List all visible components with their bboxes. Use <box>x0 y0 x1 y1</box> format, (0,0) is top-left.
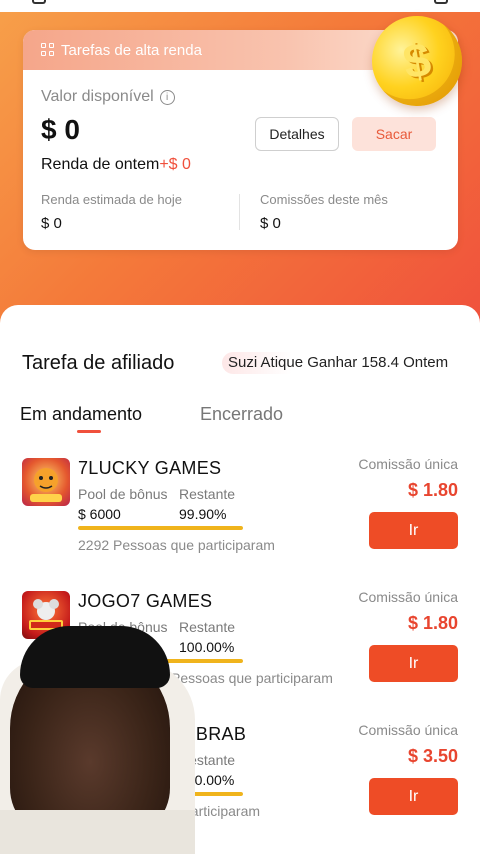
remaining-label: Restante <box>179 486 236 502</box>
webcam-overlay <box>0 620 195 854</box>
today-estimate: Renda estimada de hoje $ 0 <box>41 192 182 232</box>
commission-value: $ 1.80 <box>407 480 458 500</box>
details-button[interactable]: Detalhes <box>255 117 339 151</box>
commission-label: Comissão única <box>358 722 458 738</box>
progress-fill <box>78 526 243 530</box>
yesterday-income: Renda de ontem+$ 0 <box>41 156 191 173</box>
month-commission: Comissões deste mês $ 0 <box>260 192 388 232</box>
section-title: Tarefa de afiliado <box>22 352 175 374</box>
remaining-value: 99.90% <box>179 506 227 522</box>
active-tab-indicator <box>77 430 101 433</box>
go-button[interactable]: Ir <box>369 645 458 682</box>
task-item: 7LUCKY GAMES Pool de bônus Restante $ 60… <box>0 456 480 578</box>
game-name: JOGO7 GAMES <box>78 591 213 611</box>
remaining-progress-bar <box>78 526 243 530</box>
commission-label: Comissão única <box>358 589 458 605</box>
card-header-title: Tarefas de alta renda <box>61 41 202 59</box>
commission-value: $ 3.50 <box>407 746 458 766</box>
participants-count: 2292 Pessoas que participaram <box>78 537 275 553</box>
available-value: $ 0 <box>41 114 80 145</box>
info-icon[interactable]: i <box>159 89 175 105</box>
game-name: 7LUCKY GAMES <box>78 458 222 478</box>
commission-label: Comissão única <box>358 456 458 472</box>
pool-value: $ 6000 <box>78 506 121 522</box>
earnings-ticker: Suzi Atique Ganhar 158.4 Ontem <box>222 352 455 374</box>
remaining-value: 100.00% <box>179 639 235 655</box>
pool-label: Pool de bônus <box>78 486 168 502</box>
divider <box>239 194 240 230</box>
status-icon <box>434 0 448 4</box>
available-label: Valor disponível i <box>41 88 175 106</box>
commission-value: $ 1.80 <box>407 613 458 633</box>
tab-closed[interactable]: Encerrado <box>200 404 283 425</box>
go-button[interactable]: Ir <box>369 778 458 815</box>
tiger-game-icon <box>22 458 70 506</box>
status-icon <box>32 0 46 4</box>
tasks-grid-icon <box>41 43 55 57</box>
remaining-label: Restante <box>179 619 236 635</box>
participants-count: Pessoas que participaram <box>171 670 333 686</box>
tab-in-progress[interactable]: Em andamento <box>20 404 142 425</box>
withdraw-button[interactable]: Sacar <box>352 117 436 151</box>
go-button[interactable]: Ir <box>369 512 458 549</box>
